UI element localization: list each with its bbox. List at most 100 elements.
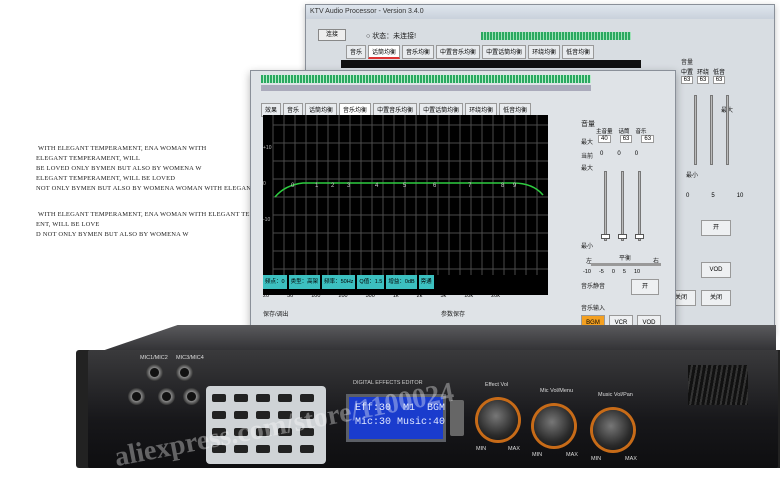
fader-column-header: 主音量 — [596, 129, 613, 135]
mic-volume-fader[interactable] — [621, 171, 624, 241]
knob-label-mic: Mic Vol/Menu — [540, 388, 574, 394]
eq-x-tick: 20 — [263, 293, 270, 299]
eq-x-tick: 10k — [464, 293, 474, 299]
music-input-label: 音乐输入 — [581, 306, 606, 312]
back-tab[interactable]: 音乐 — [346, 45, 367, 59]
device-top-plate — [96, 325, 776, 353]
effect-volume-knob[interactable] — [478, 400, 518, 440]
preset-button[interactable] — [212, 394, 226, 402]
knob-label-effect: Effect Vol — [485, 382, 509, 388]
back-tab[interactable]: 中置音乐均衡 — [436, 45, 481, 59]
eq-param[interactable]: 频率：50Hz — [322, 275, 356, 289]
balance-scale: -10 -5 0 5 10 — [583, 269, 640, 275]
side-text-line: elegant temperament, will — [36, 155, 140, 162]
knob3-min: MIN — [591, 456, 602, 462]
mic-jack-3[interactable] — [128, 388, 145, 405]
preset-button[interactable] — [300, 445, 314, 453]
eq-frequency-axis: 20 50 100 200 500 1k 2k 5k 10k 20k — [263, 293, 500, 299]
eq-curve-svg: +100-100 1 2 3 4 5 6 7 8 9 — [263, 115, 548, 275]
mic-jack-5[interactable] — [183, 388, 200, 405]
eq-curve-panel[interactable]: +10 0 -10 0 1 2 3 4 5 6 7 8 9 — [263, 115, 548, 295]
front-max-label-2: 最大 — [581, 166, 594, 172]
eq-y-label: +10 — [263, 145, 272, 151]
front-volume-label: 音量 — [581, 121, 595, 128]
back-scale-tick: 10 — [736, 193, 744, 199]
back-tab[interactable]: 环绕均衡 — [528, 45, 561, 59]
back-column: 低音 63 — [713, 67, 726, 84]
fader-column-header: 话筒 — [618, 129, 630, 135]
front-level-meter — [261, 75, 591, 83]
back-column-label: 中置 — [681, 70, 694, 76]
back-tab[interactable]: 音乐均衡 — [402, 45, 435, 59]
mic-volume-knob[interactable] — [534, 406, 574, 446]
preset-button[interactable] — [256, 394, 270, 402]
preset-button[interactable] — [300, 394, 314, 402]
back-close-button-2[interactable]: 关闭 — [701, 290, 731, 306]
side-text-line: with elegant temperament, ena woman with… — [38, 211, 279, 218]
eq-x-tick: 100 — [311, 293, 321, 299]
knob2-min: MIN — [532, 452, 543, 458]
fader-current-value: 0 — [600, 151, 604, 157]
preset-button[interactable] — [278, 445, 292, 453]
back-eq-panel-top — [341, 60, 641, 68]
mic-jack-2[interactable] — [176, 364, 193, 381]
back-fader-2[interactable] — [710, 95, 713, 165]
back-tab[interactable]: 低音均衡 — [562, 45, 595, 59]
master-fader-knob[interactable] — [601, 234, 610, 239]
preset-button[interactable] — [212, 411, 226, 419]
side-text-line: ent, will be love — [36, 221, 100, 228]
front-min-label: 最小 — [581, 244, 594, 250]
jack-label-2: MIC3/MIC4 — [176, 355, 204, 361]
back-tab[interactable]: 话筒均衡 — [368, 45, 401, 59]
save-recall-label: 保存/调出 — [263, 312, 289, 318]
eq-y-label: 0 — [263, 181, 266, 187]
master-volume-fader[interactable] — [604, 171, 607, 241]
connection-status: ○ 状态：未连接! — [366, 33, 417, 40]
back-on-button[interactable]: 开 — [701, 220, 731, 236]
eq-param[interactable]: 频点：0 — [263, 275, 287, 289]
front-app-window: 效果 音乐 话筒均衡 音乐均衡 中置音乐均衡 中置话筒均衡 环绕均衡 低音均衡 +10 0 -10… — [250, 70, 676, 332]
back-scale-tick: 0 — [686, 193, 690, 199]
back-window-title: KTV Audio Processor - Version 3.4.0 — [306, 5, 774, 19]
back-column: 环绕 63 — [697, 67, 710, 84]
back-fader-1[interactable] — [694, 95, 697, 165]
fader-current-value: 0 — [634, 151, 639, 157]
fader-max-value: 63 — [641, 135, 655, 143]
eq-param[interactable]: 类型：高架 — [288, 275, 321, 289]
fader-current-value: 0 — [617, 151, 621, 157]
eq-x-tick: 500 — [365, 293, 375, 299]
eq-param[interactable]: 增益：0dB — [386, 275, 417, 289]
back-scale-tick: 5 — [711, 193, 715, 199]
music-volume-knob[interactable] — [593, 410, 633, 450]
music-fader-knob[interactable] — [635, 234, 644, 239]
back-vod-button[interactable]: VOD — [701, 262, 731, 278]
eq-y-label: -10 — [263, 217, 270, 223]
knob1-max: MAX — [508, 446, 520, 452]
preset-button[interactable] — [278, 394, 292, 402]
back-tab[interactable]: 中置话筒均衡 — [482, 45, 527, 59]
balance-scale-tick: 10 — [633, 269, 641, 275]
mic-jack-4[interactable] — [158, 388, 175, 405]
balance-slider[interactable] — [591, 263, 661, 266]
connect-button[interactable]: 连接 — [318, 29, 346, 41]
side-text-line: with elegant temperament, ena woman with — [38, 145, 207, 152]
music-volume-fader[interactable] — [638, 171, 641, 241]
balance-label: 平衡 — [619, 256, 632, 262]
back-fader-3[interactable] — [726, 95, 729, 165]
side-text-line: d not only bymen but also by womena w — [36, 231, 189, 238]
eq-x-tick: 50 — [287, 293, 294, 299]
eq-point-label: 5 — [403, 183, 407, 189]
fader-max-value: 63 — [619, 135, 633, 143]
preset-button[interactable] — [234, 394, 248, 402]
eq-param[interactable]: Q值：1.5 — [357, 275, 385, 289]
front-current-label: 当前 — [581, 154, 594, 160]
mute-on-button[interactable]: 开 — [631, 279, 659, 295]
balance-scale-tick: 0 — [611, 269, 615, 275]
mic-jack-1[interactable] — [146, 364, 163, 381]
mic-fader-knob[interactable] — [618, 234, 627, 239]
eq-param[interactable]: 旁通 — [418, 275, 434, 289]
back-volume-label: 音量 — [681, 60, 694, 66]
fader-column-headers: 主音量 话筒 音乐 — [596, 127, 647, 135]
eq-x-tick: 2k — [416, 293, 423, 299]
fader-current-values: 0 0 0 — [600, 151, 638, 157]
